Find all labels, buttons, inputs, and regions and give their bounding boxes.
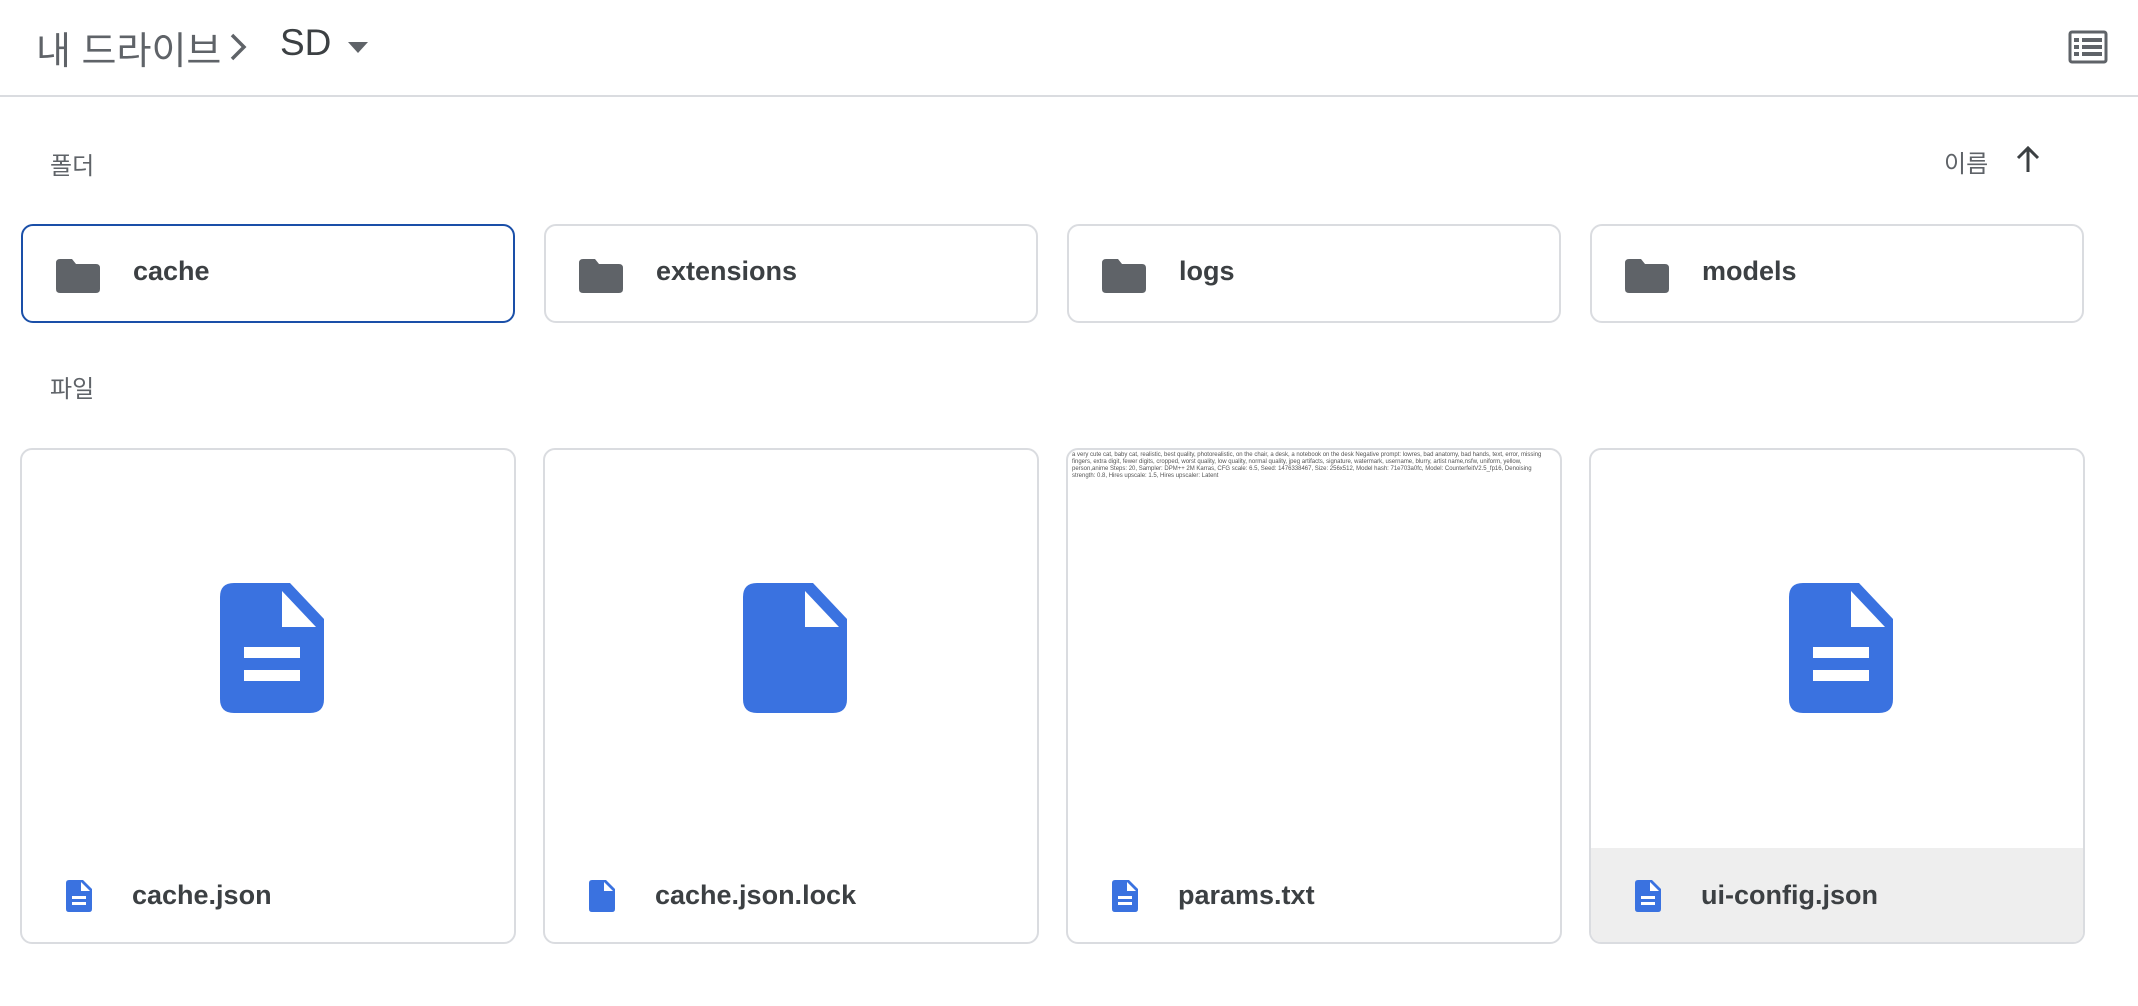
- file-card-cache-json[interactable]: cache.json: [20, 448, 516, 944]
- file-card-cache-json-lock[interactable]: cache.json.lock: [543, 448, 1039, 944]
- generic-file-icon: [589, 880, 615, 912]
- google-doc-icon: [1635, 880, 1661, 912]
- files-section-label: 파일: [50, 376, 95, 403]
- folder-name: logs: [1179, 256, 1235, 286]
- sort-by-name-label[interactable]: 이름: [1944, 144, 1988, 179]
- file-name: ui-config.json: [1701, 880, 1878, 910]
- file-preview: a very cute cat, baby cat, realistic, be…: [1068, 450, 1560, 848]
- folder-card-logs[interactable]: logs: [1067, 224, 1561, 323]
- google-doc-icon: [1112, 880, 1138, 912]
- arrow-up-icon[interactable]: [2012, 144, 2044, 176]
- folder-icon: [1625, 259, 1669, 293]
- google-doc-icon: [66, 880, 92, 912]
- folders-section-label: 폴더: [50, 153, 95, 180]
- breadcrumb-current-folder[interactable]: SD: [280, 22, 331, 64]
- file-footer: ui-config.json: [1591, 848, 2083, 942]
- folder-card-extensions[interactable]: extensions: [544, 224, 1038, 323]
- chevron-right-icon: [230, 33, 247, 61]
- folder-card-models[interactable]: models: [1590, 224, 2084, 323]
- folder-icon: [1102, 259, 1146, 293]
- file-preview: [1591, 450, 2083, 848]
- file-footer: cache.json: [22, 848, 514, 942]
- text-file-preview: a very cute cat, baby cat, realistic, be…: [1072, 452, 1542, 479]
- folder-name: models: [1702, 256, 1797, 286]
- generic-file-icon: [743, 583, 847, 713]
- folder-name: extensions: [656, 256, 798, 286]
- file-footer: params.txt: [1068, 848, 1560, 942]
- file-footer: cache.json.lock: [545, 848, 1037, 942]
- folder-card-cache[interactable]: cache: [21, 224, 515, 323]
- file-name: cache.json.lock: [655, 880, 857, 910]
- caret-down-icon[interactable]: [348, 42, 368, 54]
- file-preview: [545, 450, 1037, 848]
- file-name: cache.json: [132, 880, 272, 910]
- file-card-ui-config-json[interactable]: ui-config.json: [1589, 448, 2085, 944]
- file-card-params-txt[interactable]: a very cute cat, baby cat, realistic, be…: [1066, 448, 1562, 944]
- file-name: params.txt: [1178, 880, 1315, 910]
- top-bar: 내 드라이브 SD: [0, 0, 2138, 97]
- list-view-icon[interactable]: [2068, 30, 2108, 64]
- file-preview: [22, 450, 514, 848]
- folder-icon: [579, 259, 623, 293]
- folder-name: cache: [133, 256, 210, 286]
- google-doc-icon: [1789, 583, 1893, 713]
- google-doc-icon: [220, 583, 324, 713]
- folder-icon: [56, 259, 100, 293]
- breadcrumb-my-drive[interactable]: 내 드라이브: [36, 20, 221, 75]
